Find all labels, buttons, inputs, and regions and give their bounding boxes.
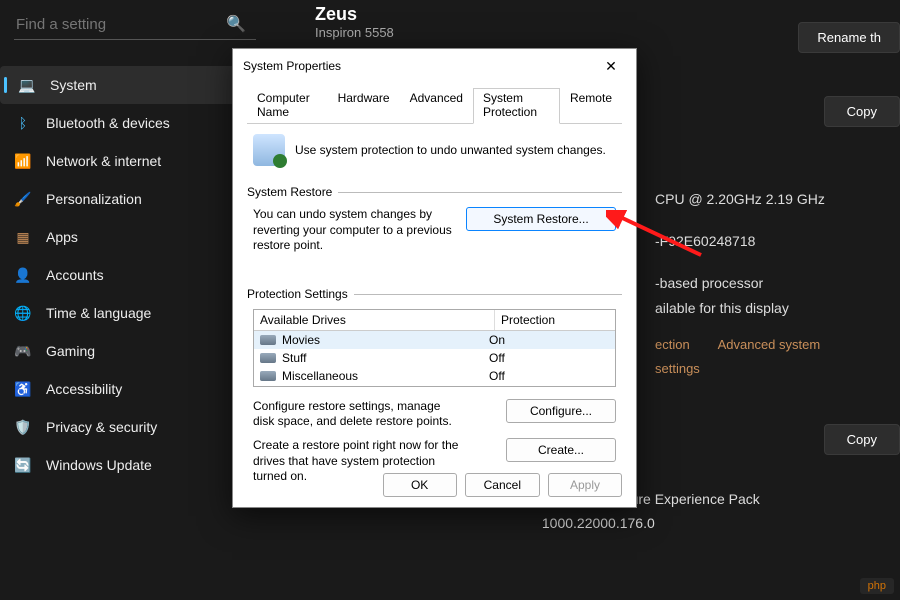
nav-label: Privacy & security (46, 419, 157, 435)
drive-name: Movies (282, 333, 320, 347)
nav-icon: 🔄 (14, 456, 32, 474)
sidebar-nav: 💻 System ᛒ Bluetooth & devices 📶 Network & in… (0, 66, 270, 484)
drive-name: Stuff (282, 351, 306, 365)
nav-icon: ♿ (14, 380, 32, 398)
nav-icon: ᛒ (14, 114, 32, 132)
nav-icon: 🌐 (14, 304, 32, 322)
drive-row[interactable]: Miscellaneous Off (254, 367, 615, 385)
sidebar-item-accessibility[interactable]: ♿ Accessibility (0, 370, 270, 408)
drive-icon (260, 353, 276, 363)
protection-settings-frame: Protection Settings Available Drives Pro… (247, 294, 622, 503)
create-button[interactable]: Create... (506, 438, 616, 462)
nav-label: Windows Update (46, 457, 152, 473)
drive-status: On (489, 333, 609, 347)
system-protection-icon (253, 134, 285, 166)
drive-icon (260, 371, 276, 381)
nav-icon: 🖌️ (14, 190, 32, 208)
tab-hardware[interactable]: Hardware (328, 88, 400, 124)
rename-pc-button[interactable]: Rename th (798, 22, 900, 53)
tab-advanced[interactable]: Advanced (400, 88, 473, 124)
nav-label: Accessibility (46, 381, 122, 397)
drive-status: Off (489, 351, 609, 365)
drives-col-available: Available Drives (254, 310, 495, 330)
drive-status: Off (489, 369, 609, 383)
search-icon[interactable]: 🔍 (226, 14, 246, 34)
configure-button[interactable]: Configure... (506, 399, 616, 423)
drive-row[interactable]: Stuff Off (254, 349, 615, 367)
system-restore-legend: System Restore (247, 185, 338, 199)
spec-systype-tail: -based processor (655, 272, 763, 296)
protection-settings-legend: Protection Settings (247, 287, 354, 301)
related-links: ection Advanced system settings (655, 333, 870, 381)
nav-icon: ▦ (14, 228, 32, 246)
system-restore-text: You can undo system changes by reverting… (253, 207, 458, 254)
ok-button[interactable]: OK (383, 473, 457, 497)
tab-system-protection[interactable]: System Protection (473, 88, 560, 124)
system-restore-button[interactable]: System Restore... (466, 207, 616, 231)
drive-icon (260, 335, 276, 345)
nav-icon: 👤 (14, 266, 32, 284)
sidebar-item-apps[interactable]: ▦ Apps (0, 218, 270, 256)
drives-list[interactable]: Available Drives Protection Movies On Stuf… (253, 309, 616, 387)
sidebar-item-bluetooth-devices[interactable]: ᛒ Bluetooth & devices (0, 104, 270, 142)
tab-computer-name[interactable]: Computer Name (247, 88, 328, 124)
spec-device-id-tail: -F92E60248718 (655, 230, 755, 254)
drive-row[interactable]: Movies On (254, 331, 615, 349)
nav-icon: 🛡️ (14, 418, 32, 436)
dialog-titlebar: System Properties ✕ (233, 49, 636, 83)
copy-button-2[interactable]: Copy (824, 424, 900, 455)
nav-label: Network & internet (46, 153, 161, 169)
nav-label: Personalization (46, 191, 142, 207)
dialog-tabs: Computer NameHardwareAdvancedSystem Prot… (247, 87, 622, 124)
search-row: 🔍 (0, 0, 270, 56)
sidebar-item-accounts[interactable]: 👤 Accounts (0, 256, 270, 294)
sidebar-item-personalization[interactable]: 🖌️ Personalization (0, 180, 270, 218)
device-name: Zeus (315, 4, 870, 25)
sidebar-item-windows-update[interactable]: 🔄 Windows Update (0, 446, 270, 484)
device-model: Inspiron 5558 (315, 25, 870, 40)
nav-icon: 📶 (14, 152, 32, 170)
dialog-title: System Properties (243, 59, 341, 73)
tab-remote[interactable]: Remote (560, 88, 622, 124)
nav-label: System (50, 77, 97, 93)
sidebar-item-time-language[interactable]: 🌐 Time & language (0, 294, 270, 332)
sidebar-item-network-internet[interactable]: 📶 Network & internet (0, 142, 270, 180)
configure-text: Configure restore settings, manage disk … (253, 399, 463, 430)
drive-name: Miscellaneous (282, 369, 358, 383)
nav-label: Bluetooth & devices (46, 115, 170, 131)
nav-label: Accounts (46, 267, 104, 283)
nav-icon: 🎮 (14, 342, 32, 360)
copy-button-1[interactable]: Copy (824, 96, 900, 127)
nav-label: Apps (46, 229, 78, 245)
nav-label: Gaming (46, 343, 95, 359)
dialog-intro-text: Use system protection to undo unwanted s… (295, 143, 606, 157)
sidebar-item-privacy-security[interactable]: 🛡️ Privacy & security (0, 408, 270, 446)
system-restore-frame: System Restore You can undo system chang… (247, 192, 622, 272)
drives-col-protection: Protection (495, 310, 615, 330)
spec-cpu-tail: CPU @ 2.20GHz 2.19 GHz (655, 188, 825, 212)
nav-label: Time & language (46, 305, 151, 321)
search-input[interactable] (14, 10, 256, 40)
sidebar-item-gaming[interactable]: 🎮 Gaming (0, 332, 270, 370)
settings-sidebar: 🔍 💻 System ᛒ Bluetooth & devices 📶 Network & … (0, 0, 270, 600)
spec-pen-tail: ailable for this display (655, 297, 789, 321)
sidebar-item-system[interactable]: 💻 System (0, 66, 270, 104)
link-system-protection[interactable]: ection (655, 337, 690, 352)
close-icon[interactable]: ✕ (596, 55, 626, 77)
watermark: php (860, 578, 894, 594)
system-properties-dialog: System Properties ✕ Computer NameHardwar… (232, 48, 637, 508)
cancel-button[interactable]: Cancel (465, 473, 540, 497)
nav-icon: 💻 (18, 76, 36, 94)
apply-button[interactable]: Apply (548, 473, 622, 497)
